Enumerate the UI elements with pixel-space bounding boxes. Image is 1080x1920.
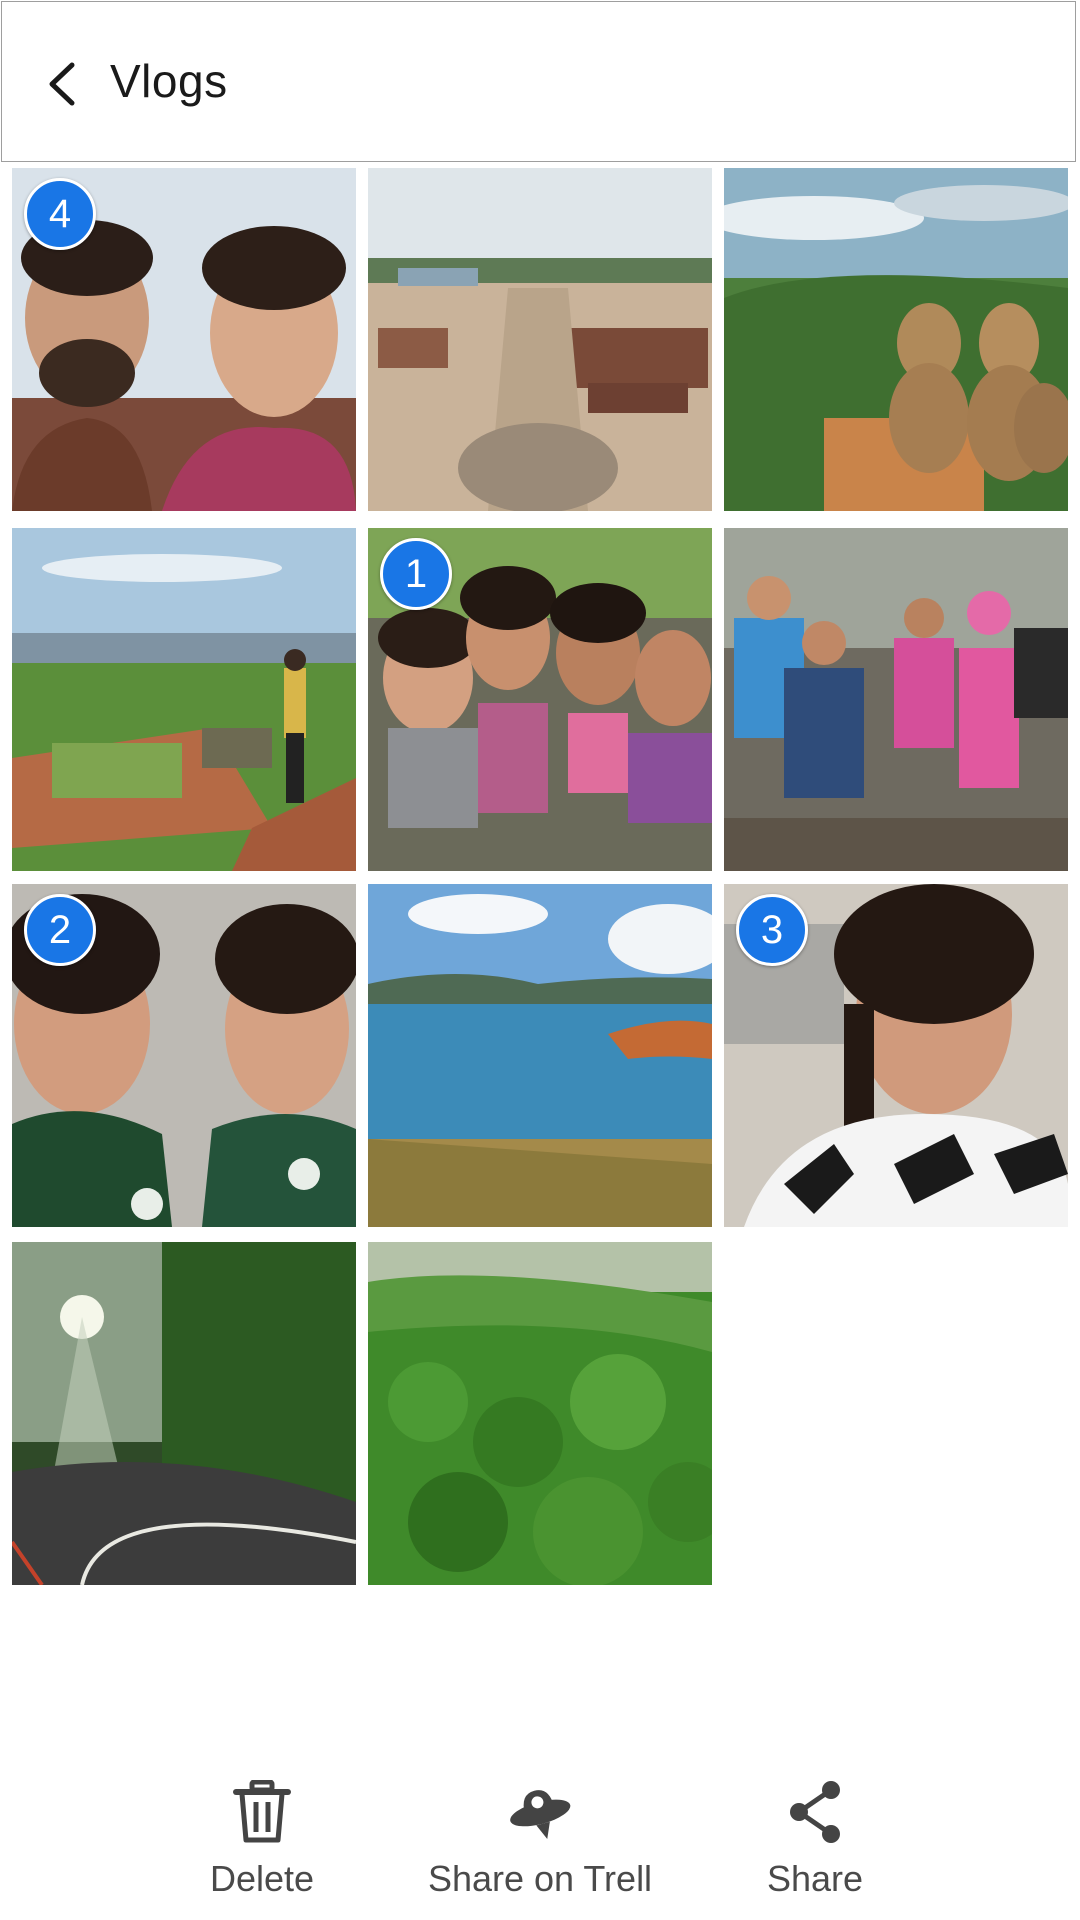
chevron-left-icon[interactable] [42,59,82,109]
video-thumbnail[interactable] [12,528,356,871]
selection-badge: 2 [24,894,96,966]
share-icon [790,1781,840,1843]
thumbnail-image [724,528,1068,871]
video-thumbnail[interactable] [724,168,1068,511]
video-thumbnail[interactable] [724,528,1068,871]
selection-badge: 3 [736,894,808,966]
selection-badge: 1 [380,538,452,610]
share-label: Share [766,1858,864,1899]
thumbnail-image [368,884,712,1227]
trash-icon [233,1780,291,1843]
app-header: Vlogs [1,1,1076,162]
delete-label: Delete [209,1858,315,1899]
thumbnail-image [724,168,1068,511]
video-thumbnail[interactable]: 2 [12,884,356,1227]
thumbnail-image [368,168,712,511]
share-on-trell-button[interactable]: Share on Trell [420,1780,660,1900]
thumbnail-image [12,1242,356,1585]
trell-ufo-icon [510,1790,571,1840]
bottom-action-bar: Delete Share on Trell Share [0,1760,1080,1920]
video-thumbnail[interactable] [12,1242,356,1585]
page-title: Vlogs [110,55,228,107]
video-thumbnail[interactable]: 1 [368,528,712,871]
share-on-trell-label: Share on Trell [427,1858,653,1899]
thumbnail-image [368,1242,712,1585]
video-thumbnail[interactable] [368,884,712,1227]
video-thumbnail[interactable]: 3 [724,884,1068,1227]
video-thumbnail[interactable] [368,1242,712,1585]
thumbnail-image [12,528,356,871]
delete-button[interactable]: Delete [200,1780,324,1900]
share-button[interactable]: Share [760,1780,870,1900]
selection-badge: 4 [24,178,96,250]
video-thumbnail[interactable] [368,168,712,511]
video-thumbnail[interactable]: 4 [12,168,356,511]
